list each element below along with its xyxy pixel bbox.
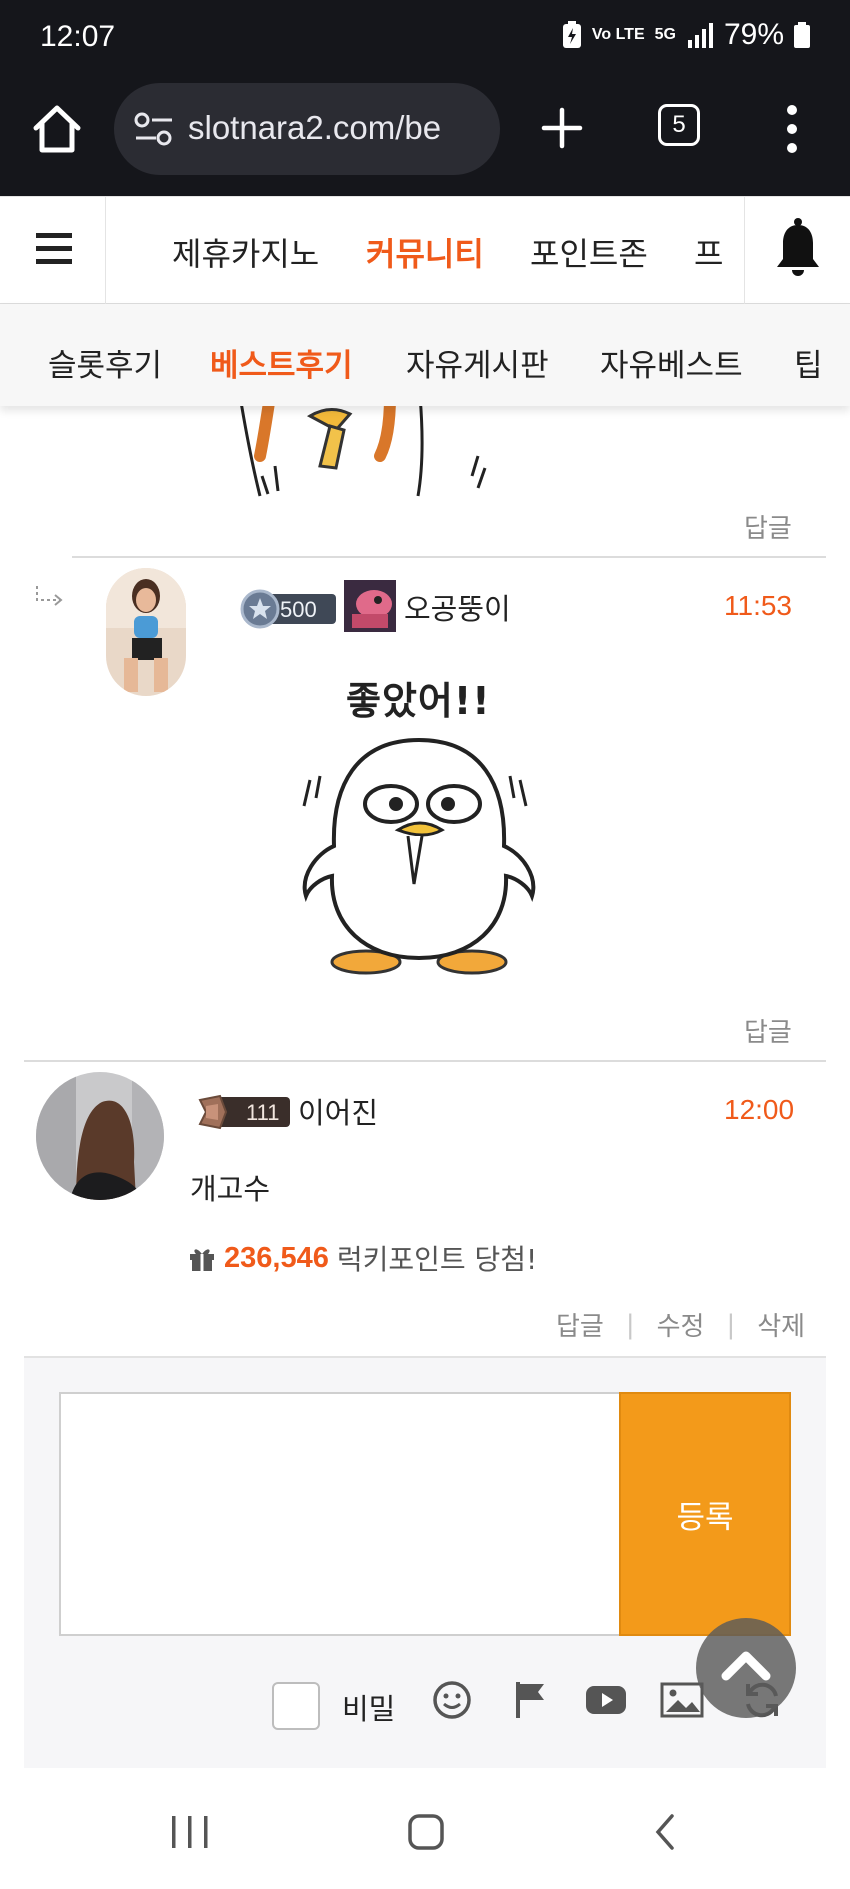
back-icon[interactable]	[650, 1812, 680, 1852]
separator: |	[726, 1309, 736, 1340]
nav-item-affiliate-casino[interactable]: 제휴카지노	[172, 229, 319, 275]
hamburger-menu-icon[interactable]	[0, 197, 106, 304]
previous-comment-sticker	[240, 396, 487, 497]
avatar-reply-user[interactable]	[106, 568, 186, 696]
flag-icon[interactable]	[508, 1678, 552, 1722]
chevron-up-icon	[721, 1651, 771, 1681]
url-text[interactable]: slotnara2.com/be	[188, 109, 441, 147]
level-badge-500: 500	[240, 589, 336, 629]
recent-apps-icon[interactable]	[168, 1812, 212, 1852]
secret-checkbox[interactable]	[272, 1682, 320, 1730]
site-main-nav: 제휴카지노 커뮤니티 포인트존 프	[0, 196, 850, 304]
nav-item-point-zone[interactable]: 포인트존	[530, 229, 648, 275]
level-number: 111	[246, 1100, 279, 1125]
scroll-to-top-button[interactable]	[696, 1618, 796, 1718]
level-badge-111: 111	[198, 1094, 290, 1130]
site-settings-icon[interactable]	[134, 111, 174, 147]
main-time: 12:00	[724, 1094, 795, 1125]
reply-link-reply-comment[interactable]: 답글	[744, 1012, 792, 1049]
user-icon-image	[344, 580, 396, 632]
nav-item-more[interactable]: 프	[694, 229, 723, 275]
reply-link-main[interactable]: 답글	[556, 1306, 604, 1343]
browser-toolbar: slotnara2.com/be 5	[0, 78, 850, 196]
sub-tab-slot-review[interactable]: 슬롯후기	[48, 340, 162, 385]
sticker-caption: 좋았어!!	[346, 679, 491, 723]
volte-indicator: Vo LTE	[591, 26, 645, 43]
new-tab-icon[interactable]	[540, 106, 584, 150]
lucky-point-notice: 236,546 럭키포인트 당첨!	[188, 1238, 537, 1278]
home-nav-icon[interactable]	[406, 1812, 446, 1852]
emoji-icon[interactable]	[430, 1678, 474, 1722]
comment-input[interactable]	[59, 1392, 619, 1636]
secret-label: 비밀	[342, 1692, 396, 1726]
sub-tab-tip[interactable]: 팁	[794, 340, 823, 385]
reply-nickname[interactable]: 오공뚱이	[404, 586, 511, 628]
main-nickname[interactable]: 이어진	[298, 1090, 378, 1132]
nav-item-community[interactable]: 커뮤니티	[366, 229, 484, 275]
edit-link[interactable]: 수정	[657, 1306, 705, 1343]
sub-tab-free-board[interactable]: 자유게시판	[406, 340, 549, 385]
reply-arrow-icon	[36, 586, 63, 606]
lucky-point-amount: 236,546	[224, 1241, 329, 1274]
battery-percent: 79%	[723, 18, 784, 51]
separator: |	[625, 1309, 635, 1340]
status-bar: 12:07 Vo LTE 5G 79%	[0, 0, 850, 78]
url-bar[interactable]: slotnara2.com/be	[114, 83, 500, 175]
reply-link-previous[interactable]: 답글	[744, 508, 792, 545]
sub-tab-best-review[interactable]: 베스트후기	[210, 340, 353, 385]
signal-icon	[687, 23, 713, 48]
android-nav-bar	[0, 1768, 850, 1889]
avatar-main-user[interactable]	[36, 1072, 164, 1200]
youtube-icon[interactable]	[584, 1678, 628, 1722]
tab-switcher-button[interactable]: 5	[658, 104, 700, 146]
battery-icon	[794, 22, 810, 48]
more-options-icon[interactable]	[780, 102, 804, 156]
delete-link[interactable]: 삭제	[757, 1306, 805, 1343]
status-indicators: Vo LTE 5G 79%	[562, 18, 810, 52]
submit-comment-button[interactable]: 등록	[619, 1392, 791, 1636]
main-nav-items: 제휴카지노 커뮤니티 포인트존 프	[106, 197, 746, 304]
level-number: 500	[280, 597, 317, 622]
comment-actions: 답글 | 수정 | 삭제	[556, 1306, 805, 1343]
penguin-sticker	[302, 737, 536, 975]
lucky-point-suffix: 럭키포인트 당첨!	[336, 1243, 538, 1276]
reply-time: 11:53	[724, 590, 792, 621]
divider	[72, 556, 826, 558]
comment-text: 개고수	[190, 1172, 271, 1206]
gift-icon	[190, 1249, 214, 1271]
notification-bell-icon[interactable]	[744, 197, 850, 304]
divider	[24, 1060, 826, 1062]
battery-saver-icon	[562, 21, 581, 48]
community-sub-nav: 슬롯후기 베스트후기 자유게시판 자유베스트 팁	[0, 304, 850, 406]
home-icon[interactable]	[30, 102, 84, 156]
network-type: 5G	[654, 26, 676, 43]
sub-tab-free-best[interactable]: 자유베스트	[600, 340, 743, 385]
status-time: 12:07	[40, 20, 116, 53]
